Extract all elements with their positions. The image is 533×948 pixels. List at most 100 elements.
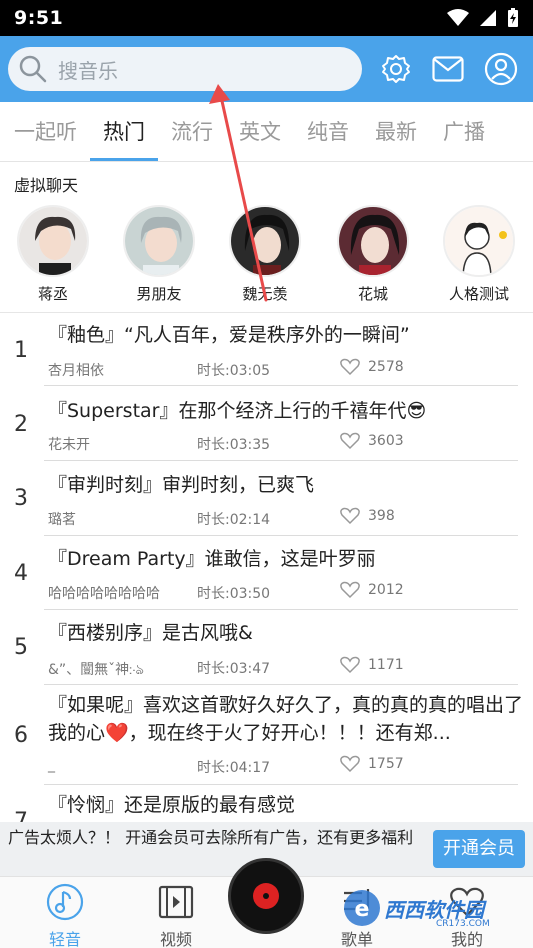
nav-item-video[interactable]: 视频: [141, 883, 211, 948]
mail-icon[interactable]: [432, 56, 464, 82]
song-rank: 3: [14, 486, 28, 511]
heart-icon: [340, 656, 360, 674]
heart-icon: [340, 358, 360, 376]
avatar-item-weiwuxian[interactable]: 魏无羡: [220, 205, 310, 304]
open-vip-button[interactable]: 开通会员: [433, 830, 525, 868]
song-rank: 5: [14, 635, 28, 660]
song-row[interactable]: 2 『Superstar』在那个经济上行的千禧年代😎 花未开 时长:03:35 …: [0, 387, 533, 461]
now-playing-record-button[interactable]: [228, 858, 304, 934]
song-rank: 6: [14, 723, 28, 748]
tab-latest[interactable]: 最新: [362, 102, 430, 161]
avatar-item-huacheng[interactable]: 花城: [328, 205, 418, 304]
tab-radio[interactable]: 广播: [430, 102, 498, 161]
avatar-item-jiangcheng[interactable]: 蒋丞: [8, 205, 98, 304]
wifi-icon: [447, 9, 469, 26]
song-rank: 2: [14, 412, 28, 437]
search-icon: [19, 55, 47, 83]
avatar-label: 蒋丞: [37, 285, 68, 303]
site-watermark: e 西西软件园 CR173.COM: [338, 884, 518, 934]
record-spindle: [263, 893, 269, 899]
avatar-label: 魏无羡: [242, 285, 288, 303]
watermark-subtext: CR173.COM: [436, 919, 490, 929]
tab-instrumental[interactable]: 纯音: [294, 102, 362, 161]
avatar-item-personality-test[interactable]: 人格测试: [434, 205, 524, 304]
heart-icon: [340, 755, 360, 773]
avatar: [337, 205, 409, 277]
nav-item-light-music[interactable]: 轻音: [30, 883, 100, 948]
avatar: [229, 205, 301, 277]
song-rank: 1: [14, 338, 28, 363]
battery-icon: [508, 8, 518, 27]
song-likes[interactable]: 1171: [340, 656, 404, 674]
search-placeholder: 搜音乐: [58, 58, 118, 83]
song-title: 『西楼别序』是古风哦&: [48, 622, 253, 644]
song-likes[interactable]: 2012: [340, 581, 404, 599]
song-rank: 7: [14, 809, 28, 822]
song-row[interactable]: 7 『怜悯』还是原版的最有感觉: [0, 785, 533, 822]
song-likes[interactable]: 2578: [340, 358, 404, 376]
avatar: [123, 205, 195, 277]
song-title: 『Dream Party』谁敢信，这是叶罗丽: [48, 548, 376, 570]
song-duration: 时长:03:35: [197, 437, 271, 453]
song-duration: 时长:03:47: [197, 661, 271, 677]
song-title: 『釉色』“凡人百年，爱是秩序外的一瞬间”: [48, 324, 410, 346]
row-divider: [44, 385, 518, 386]
song-likes-count: 3603: [368, 433, 404, 449]
avatar-label: 花城: [357, 285, 388, 303]
user-profile-icon[interactable]: [484, 52, 518, 86]
signal-icon: [480, 10, 496, 26]
avatar-row: 蒋丞 男朋友 魏无羡 花城 人格测试: [0, 205, 533, 305]
song-likes-count: 1171: [368, 657, 404, 673]
song-row[interactable]: 3 『审判时刻』审判时刻，已爽飞 璐茗 时长:02:14 398: [0, 461, 533, 536]
top-bar: 搜音乐: [0, 36, 533, 102]
song-row[interactable]: 5 『西楼别序』是古风哦& &”、闓無ˇ神჻ঌ 时长:03:47 1171: [0, 610, 533, 685]
avatar-label: 男朋友: [136, 285, 182, 303]
svg-text:e: e: [355, 897, 370, 922]
nav-label: 视频: [159, 930, 192, 948]
song-likes-count: 2012: [368, 582, 404, 598]
tab-english[interactable]: 英文: [226, 102, 294, 161]
watermark-logo-icon: e: [344, 890, 380, 926]
tab-pop[interactable]: 流行: [158, 102, 226, 161]
song-title: 『审判时刻』审判时刻，已爽飞: [48, 474, 315, 496]
section-title: 虚拟聊天: [14, 176, 79, 195]
search-input[interactable]: 搜音乐: [8, 47, 362, 91]
song-author: _: [48, 757, 55, 773]
song-row[interactable]: 6 『如果呢』喜欢这首歌好久好久了，真的真的真的唱出了我的心❤️，现在终于火了好…: [0, 685, 533, 785]
heart-icon: [340, 581, 360, 599]
tab-together[interactable]: 一起听: [0, 102, 90, 161]
song-title: 『怜悯』还是原版的最有感觉: [48, 794, 296, 816]
avatar: [443, 205, 515, 277]
heart-icon: [340, 432, 360, 450]
avatar: [17, 205, 89, 277]
status-icons: [447, 8, 519, 28]
status-bar: 9:51: [0, 0, 533, 36]
song-author: 璐茗: [48, 512, 76, 528]
song-rank: 4: [14, 561, 28, 586]
song-duration: 时长:02:14: [197, 512, 271, 528]
tab-hot[interactable]: 热门: [90, 102, 158, 161]
ad-text: 广告太烦人？！ 开通会员可去除所有广告，还有更多福利: [8, 828, 414, 847]
song-title: 『如果呢』喜欢这首歌好久好久了，真的真的真的唱出了我的心❤️，现在终于火了好开心…: [48, 694, 523, 744]
song-likes[interactable]: 3603: [340, 432, 404, 450]
song-row[interactable]: 1 『釉色』“凡人百年，爱是秩序外的一瞬间” 杏月相依 时长:03:05 257…: [0, 313, 533, 387]
song-author: 花未开: [48, 437, 90, 453]
heart-icon: [340, 507, 360, 525]
song-duration: 时长:03:05: [197, 363, 271, 379]
settings-gear-icon[interactable]: [380, 53, 412, 85]
video-film-icon: [158, 885, 194, 919]
status-time: 9:51: [14, 7, 64, 29]
song-likes[interactable]: 1757: [340, 755, 404, 773]
song-duration: 时长:04:17: [197, 760, 271, 776]
music-note-icon: [46, 883, 84, 921]
song-author: 哈哈哈哈哈哈哈哈: [48, 586, 160, 602]
avatar-item-boyfriend[interactable]: 男朋友: [114, 205, 204, 304]
song-likes-count: 1757: [368, 756, 404, 772]
song-likes-count: 398: [368, 508, 395, 524]
avatar-label: 人格测试: [448, 285, 509, 303]
song-row[interactable]: 4 『Dream Party』谁敢信，这是叶罗丽 哈哈哈哈哈哈哈哈 时长:03:…: [0, 536, 533, 610]
song-likes-count: 2578: [368, 359, 404, 375]
song-likes[interactable]: 398: [340, 507, 395, 525]
category-tabs: 一起听 热门 流行 英文 纯音 最新 广播: [0, 102, 533, 162]
song-author: &”、闓無ˇ神჻ঌ: [48, 662, 144, 678]
